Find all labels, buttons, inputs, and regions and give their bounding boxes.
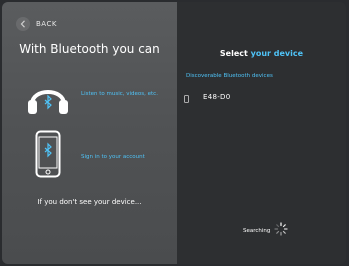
troubleshoot-link[interactable]: If you don't see your device... — [2, 198, 177, 206]
searching-text: Searching — [243, 227, 271, 234]
left-title: With Bluetooth you can — [19, 42, 160, 56]
chevron-left-icon — [16, 17, 30, 31]
searching-status: Searching — [243, 221, 289, 240]
phone-bluetooth-icon — [35, 130, 61, 182]
bluetooth-setup-screen: BACK With Bluetooth you can Listen to mu… — [2, 2, 346, 264]
title-accent: your device — [250, 49, 304, 58]
feature-text-music: Listen to music, videos, etc. — [81, 91, 158, 97]
feature-text-signin: Sign in to your account — [81, 154, 145, 160]
back-button[interactable]: BACK — [16, 17, 57, 31]
headphones-bluetooth-icon — [26, 80, 70, 118]
phone-icon — [184, 88, 189, 107]
back-label: BACK — [36, 20, 57, 28]
spinner-icon — [274, 221, 289, 240]
right-title: Select your device — [177, 49, 346, 58]
discoverable-devices-label: Discoverable Bluetooth devices — [186, 73, 273, 79]
device-name: E48-D0 — [203, 93, 231, 101]
title-prefix: Select — [219, 49, 248, 58]
device-list-item[interactable]: E48-D0 — [184, 88, 344, 106]
